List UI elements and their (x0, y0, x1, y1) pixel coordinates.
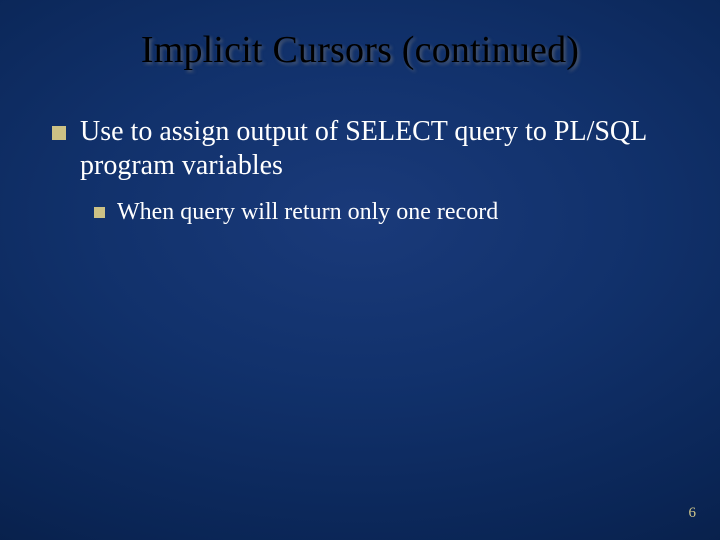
slide-title: Implicit Cursors (continued) (0, 28, 720, 72)
bullet-level-1-text: Use to assign output of SELECT query to … (80, 115, 668, 183)
bullet-level-1: Use to assign output of SELECT query to … (52, 115, 668, 183)
bullet-level-2-text: When query will return only one record (117, 197, 498, 227)
page-number: 6 (689, 505, 697, 522)
slide: Implicit Cursors (continued) Use to assi… (0, 0, 720, 540)
bullet-square-icon (52, 126, 66, 140)
bullet-level-2: When query will return only one record (94, 197, 668, 227)
bullet-square-icon (94, 207, 105, 218)
slide-body: Use to assign output of SELECT query to … (52, 115, 668, 227)
